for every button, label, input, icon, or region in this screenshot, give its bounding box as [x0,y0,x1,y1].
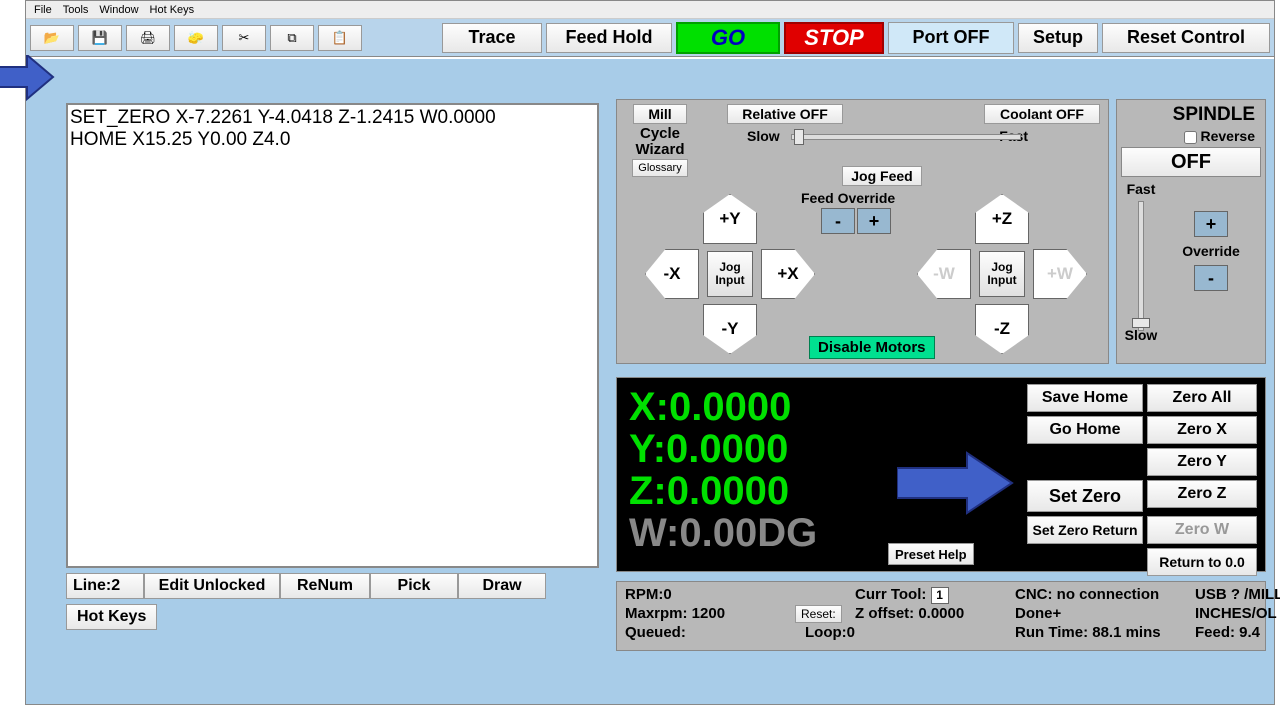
spindle-fast-label: Fast [1121,181,1161,197]
reverse-checkbox[interactable] [1184,131,1197,144]
curr-tool-label: Curr Tool: [855,586,926,603]
feed-override-plus[interactable]: + [857,208,891,234]
coolant-off-button[interactable]: Coolant OFF [984,104,1100,124]
slow-label: Slow [747,128,780,144]
feed-hold-button[interactable]: Feed Hold [546,23,672,53]
menu-window[interactable]: Window [96,4,141,16]
status-done: Done+ [1015,605,1195,623]
mill-button[interactable]: Mill [633,104,687,124]
status-usb: USB ? /MILL [1195,586,1280,604]
relative-off-button[interactable]: Relative OFF [727,104,843,124]
hotkeys-button[interactable]: Hot Keys [66,604,157,630]
curr-tool-input[interactable]: 1 [931,587,949,604]
gcode-editor[interactable]: SET_ZERO X-7.2261 Y-4.0418 Z-1.2415 W0.0… [66,103,599,568]
jog-plus-z[interactable]: +Z [975,194,1029,244]
jog-plus-x[interactable]: +X [761,249,815,299]
spindle-slow-label: Slow [1121,327,1161,343]
erase-icon[interactable]: 🧽 [174,25,218,51]
status-maxrpm: Maxrpm: 1200 [625,605,795,623]
spindle-override-plus[interactable]: + [1194,211,1228,237]
jog-input-xy[interactable]: Jog Input [707,251,753,297]
status-cnc: CNC: no connection [1015,586,1195,604]
draw-button[interactable]: Draw [458,573,546,599]
go-button[interactable]: GO [676,22,780,54]
toolbar: 📂 💾 🖨 🧽 ✂ ⧉ 📋 Trace Feed Hold GO STOP Po… [26,19,1274,57]
spindle-title: SPINDLE [1121,104,1261,126]
renum-button[interactable]: ReNum [280,573,370,599]
port-button[interactable]: Port OFF [888,22,1014,54]
pick-button[interactable]: Pick [370,573,458,599]
reset-button[interactable]: Reset: [795,605,842,623]
dro-panel: X:0.0000 Y:0.0000 Z:0.0000 W:0.00DG Save… [616,377,1266,572]
zero-y-button[interactable]: Zero Y [1147,448,1257,476]
setup-button[interactable]: Setup [1018,23,1098,53]
status-feed: Feed: 9.4 [1195,624,1280,641]
feed-override-minus[interactable]: - [821,208,855,234]
edit-unlocked-button[interactable]: Edit Unlocked [144,573,280,599]
save-home-button[interactable]: Save Home [1027,384,1143,412]
jog-plus-w[interactable]: +W [1033,249,1087,299]
spindle-override-minus[interactable]: - [1194,265,1228,291]
jog-panel: Mill Cycle Wizard Glossary Relative OFF … [616,99,1109,364]
paste-icon[interactable]: 📋 [318,25,362,51]
status-loop: Loop:0 [805,624,1015,641]
arrow-right-icon [897,448,1017,518]
zero-all-button[interactable]: Zero All [1147,384,1257,412]
zero-x-button[interactable]: Zero X [1147,416,1257,444]
editor-line-2: HOME X15.25 Y0.00 Z4.0 [70,129,595,151]
editor-panel: SET_ZERO X-7.2261 Y-4.0418 Z-1.2415 W0.0… [66,103,599,633]
speed-slider[interactable] [791,134,1021,140]
spindle-panel: SPINDLE Reverse OFF Fast Slow + [1116,99,1266,364]
zero-z-button[interactable]: Zero Z [1147,480,1257,508]
set-zero-button[interactable]: Set Zero [1027,480,1143,512]
disable-motors-button[interactable]: Disable Motors [809,336,935,359]
open-icon[interactable]: 📂 [30,25,74,51]
cut-icon[interactable]: ✂ [222,25,266,51]
jog-minus-w[interactable]: -W [917,249,971,299]
jog-minus-z[interactable]: -Z [975,304,1029,354]
save-icon[interactable]: 💾 [78,25,122,51]
set-zero-return-button[interactable]: Set Zero Return [1027,516,1143,544]
spindle-speed-slider[interactable] [1138,201,1144,331]
zero-w-button[interactable]: Zero W [1147,516,1257,544]
status-rpm: RPM:0 [625,586,795,604]
trace-button[interactable]: Trace [442,23,542,53]
line-indicator[interactable]: Line:2 [66,573,144,599]
glossary-button[interactable]: Glossary [632,159,687,177]
reset-control-button[interactable]: Reset Control [1102,23,1270,53]
status-runtime: Run Time: 88.1 mins [1015,624,1195,641]
stop-button[interactable]: STOP [784,22,884,54]
go-home-button[interactable]: Go Home [1027,416,1143,444]
menu-hotkeys[interactable]: Hot Keys [147,4,198,16]
print-icon[interactable]: 🖨 [126,25,170,51]
jog-minus-x[interactable]: -X [645,249,699,299]
copy-icon[interactable]: ⧉ [270,25,314,51]
jog-plus-y[interactable]: +Y [703,194,757,244]
preset-help-button[interactable]: Preset Help [888,543,974,565]
arrow-pointer-icon [0,55,55,110]
jog-input-zw[interactable]: Jog Input [979,251,1025,297]
editor-line-1: SET_ZERO X-7.2261 Y-4.0418 Z-1.2415 W0.0… [70,107,595,129]
feed-override-label: Feed Override [801,190,895,206]
jog-feed-button[interactable]: Jog Feed [842,166,922,186]
status-units: INCHES/OL [1195,605,1280,623]
cycle-wizard-label: Cycle Wizard [625,126,695,158]
menu-tools[interactable]: Tools [60,4,92,16]
spindle-off-button[interactable]: OFF [1121,147,1261,177]
reverse-label: Reverse [1201,128,1256,144]
status-queued: Queued: [625,624,795,641]
spindle-override-label: Override [1161,243,1261,259]
jog-minus-y[interactable]: -Y [703,304,757,354]
menu-file[interactable]: File [31,4,55,16]
status-z-offset: Z offset: 0.0000 [855,605,1015,623]
return-to-00-button[interactable]: Return to 0.0 [1147,548,1257,576]
status-panel: RPM:0 Curr Tool: 1 CNC: no connection US… [616,581,1266,651]
menubar: File Tools Window Hot Keys [26,1,1274,19]
